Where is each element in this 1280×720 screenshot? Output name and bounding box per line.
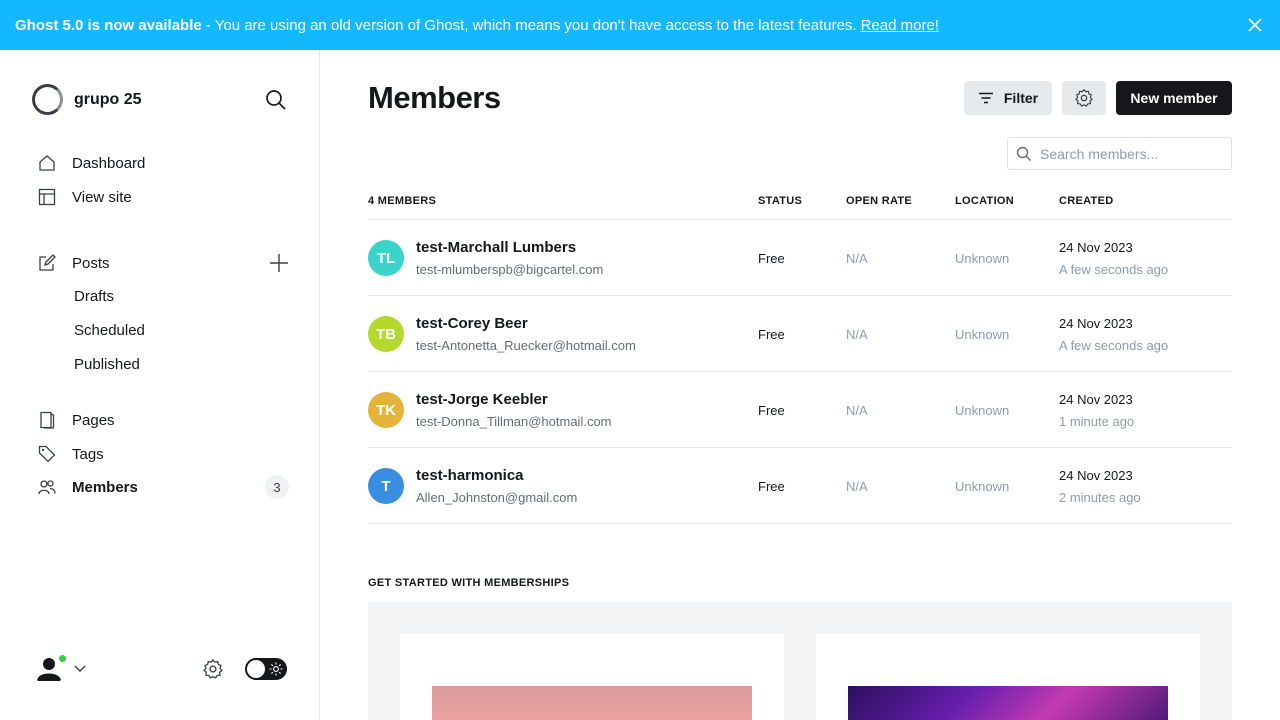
nav-pages[interactable]: Pages [38, 411, 115, 429]
nav-tags-label: Tags [72, 445, 104, 463]
member-name: test-harmonica [416, 467, 524, 484]
search-icon[interactable] [264, 88, 288, 112]
members-count-badge: 3 [265, 475, 289, 499]
member-search[interactable] [1007, 137, 1232, 170]
member-created-ago: 2 minutes ago [1059, 490, 1141, 505]
nav-pages-label: Pages [72, 411, 115, 429]
table-row[interactable]: TK test-Jorge Keebler test-Donna_Tillman… [368, 372, 1232, 448]
member-open-rate: N/A [846, 251, 868, 266]
filter-label: Filter [1003, 90, 1039, 106]
chevron-down-icon[interactable] [74, 662, 86, 674]
member-status: Free [758, 327, 785, 342]
member-email: test-mlumberspb@bigcartel.com [416, 262, 604, 277]
nav-view-site[interactable]: View site [38, 188, 132, 206]
home-icon [39, 155, 55, 171]
member-created-date: 24 Nov 2023 [1059, 392, 1133, 407]
member-status: Free [758, 479, 785, 494]
nav-members[interactable]: Members [38, 478, 138, 496]
member-created-ago: 1 minute ago [1059, 414, 1135, 429]
member-location: Unknown [955, 479, 1010, 494]
get-started-heading: GET STARTED WITH MEMBERSHIPS [368, 577, 570, 589]
member-email: test-Antonetta_Ruecker@hotmail.com [416, 338, 636, 353]
site-brand[interactable]: grupo 25 [32, 84, 142, 115]
nav-dashboard[interactable]: Dashboard [38, 154, 145, 172]
member-created-date: 24 Nov 2023 [1059, 316, 1133, 331]
new-member-button[interactable]: New member [1116, 81, 1232, 115]
member-created-date: 24 Nov 2023 [1059, 468, 1133, 483]
member-name: test-Marchall Lumbers [416, 239, 577, 256]
member-open-rate: N/A [846, 403, 868, 418]
member-avatar: T [368, 468, 404, 504]
col-open-rate[interactable]: OPEN RATE [846, 195, 912, 207]
get-started-card[interactable] [400, 634, 784, 720]
theme-toggle[interactable] [245, 658, 287, 680]
nav-drafts[interactable]: Drafts [74, 288, 114, 305]
member-email: Allen_Johnston@gmail.com [416, 490, 578, 505]
member-name: test-Jorge Keebler [416, 391, 548, 408]
page-icon [40, 411, 55, 429]
nav-published[interactable]: Published [74, 356, 140, 373]
nav-dashboard-label: Dashboard [72, 154, 146, 172]
member-avatar: TK [368, 392, 404, 428]
nav-view-site-label: View site [72, 188, 132, 206]
nav-tags[interactable]: Tags [38, 445, 104, 463]
member-name: test-Corey Beer [416, 315, 528, 332]
card-image [432, 686, 752, 720]
members-settings-button[interactable] [1062, 81, 1106, 115]
table-header: 4 MEMBERS STATUS OPEN RATE LOCATION CREA… [368, 194, 1232, 220]
card-image [848, 686, 1168, 720]
member-open-rate: N/A [846, 327, 868, 342]
layout-icon [38, 188, 56, 206]
get-started-panel [368, 602, 1232, 720]
nav-members-label: Members [72, 478, 138, 496]
plus-icon[interactable] [268, 252, 290, 274]
member-location: Unknown [955, 403, 1010, 418]
gear-icon [1075, 89, 1093, 107]
update-banner: Ghost 5.0 is now available - You are usi… [0, 0, 1280, 50]
members-icon [38, 480, 56, 495]
sun-icon [269, 662, 283, 676]
filter-icon [978, 92, 993, 104]
member-location: Unknown [955, 251, 1010, 266]
member-created-ago: A few seconds ago [1059, 338, 1169, 353]
banner-read-more-link[interactable]: Read more! [861, 17, 939, 34]
col-location[interactable]: LOCATION [955, 195, 1014, 207]
member-open-rate: N/A [846, 479, 868, 494]
nav-posts-label: Posts [72, 254, 110, 272]
col-status[interactable]: STATUS [758, 195, 802, 207]
search-icon [1016, 146, 1031, 161]
tag-icon [38, 445, 56, 463]
member-avatar: TB [368, 316, 404, 352]
col-created[interactable]: CREATED [1059, 195, 1113, 207]
banner-message: You are using an old version of Ghost, w… [214, 16, 857, 34]
gear-icon[interactable] [202, 658, 224, 680]
get-started-card[interactable] [816, 634, 1200, 720]
online-status-dot [57, 653, 68, 664]
main-content: Members Filter New member 4 MEMBERS STAT… [320, 50, 1280, 720]
col-members-count: 4 MEMBERS [368, 195, 437, 207]
page-title: Members [368, 80, 501, 115]
table-row[interactable]: T test-harmonica Allen_Johnston@gmail.co… [368, 448, 1232, 524]
close-icon[interactable] [1246, 16, 1264, 34]
member-created-date: 24 Nov 2023 [1059, 240, 1133, 255]
nav-posts[interactable]: Posts [38, 254, 110, 272]
banner-title: Ghost 5.0 is now available [15, 16, 202, 34]
site-logo [32, 84, 63, 115]
sidebar: grupo 25 Dashboard View site Posts Draft… [0, 50, 320, 720]
toggle-knob [247, 660, 265, 678]
site-name: grupo 25 [74, 90, 142, 108]
table-row[interactable]: TB test-Corey Beer test-Antonetta_Ruecke… [368, 296, 1232, 372]
member-created-ago: A few seconds ago [1059, 262, 1169, 277]
member-email: test-Donna_Tillman@hotmail.com [416, 414, 612, 429]
member-location: Unknown [955, 327, 1010, 342]
member-status: Free [758, 251, 785, 266]
edit-icon [39, 254, 56, 271]
nav-scheduled[interactable]: Scheduled [74, 322, 145, 339]
banner-separator: - [205, 16, 211, 34]
member-avatar: TL [368, 240, 404, 276]
search-input[interactable] [1040, 145, 1220, 162]
member-status: Free [758, 403, 785, 418]
table-row[interactable]: TL test-Marchall Lumbers test-mlumberspb… [368, 220, 1232, 296]
filter-button[interactable]: Filter [964, 81, 1052, 115]
